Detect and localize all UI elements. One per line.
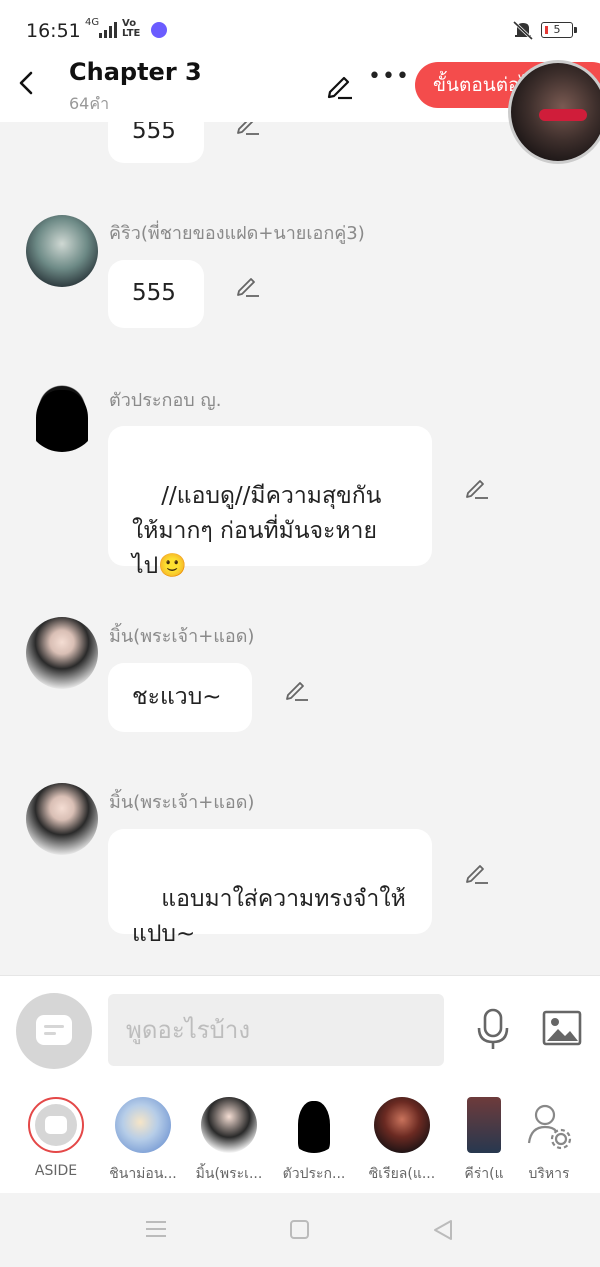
page-title: Chapter 3	[69, 58, 202, 86]
message-text: 555	[132, 122, 176, 144]
message-text: //แอบดู//มีความสุขกัน ให้มากๆ ก่อนที่มัน…	[132, 483, 382, 579]
status-bar: 16:51 4G Vo LTE 5	[0, 0, 600, 60]
edit-message-icon[interactable]	[235, 122, 261, 136]
microphone-icon[interactable]	[476, 1008, 510, 1052]
edit-message-icon[interactable]	[284, 676, 310, 702]
character-label: ASIDE	[34, 1163, 78, 1179]
battery-icon: 5	[541, 22, 577, 38]
character-avatar	[374, 1097, 430, 1153]
character-label: มิ้น(พระเ...	[195, 1166, 263, 1182]
aside-icon	[35, 1104, 77, 1146]
character-avatar	[467, 1097, 501, 1153]
signal-icon	[99, 22, 117, 38]
character-item[interactable]: ตัวประก...	[269, 1095, 359, 1185]
message-bubble[interactable]: แอบมาใส่ความทรงจำให้ แปบ~	[108, 829, 432, 947]
message-input[interactable]: พูดอะไรบ้าง	[108, 994, 444, 1066]
message-text: ชะแวบ~	[132, 684, 222, 710]
avatar-glasses	[539, 109, 587, 121]
recent-apps-icon[interactable]	[146, 1221, 166, 1237]
edit-message-icon[interactable]	[464, 859, 490, 885]
volte-indicator: Vo LTE	[122, 18, 141, 39]
image-upload-icon[interactable]	[542, 1010, 582, 1046]
message-text: 555	[132, 280, 176, 306]
character-avatar	[115, 1097, 171, 1153]
character-avatar	[201, 1097, 257, 1153]
character-selector: ASIDE ชินาม่อน... มิ้น(พระเ... ตัวประก..…	[0, 1083, 600, 1193]
character-label: ชินาม่อน...	[109, 1166, 177, 1182]
character-aside[interactable]: ASIDE	[11, 1095, 101, 1179]
sender-name: ตัวประกอบ ญ.	[109, 390, 222, 411]
mute-icon	[512, 20, 534, 40]
edit-title-icon[interactable]	[324, 70, 354, 100]
sender-name: คิริว(พี่ชายของแฝด+นายเอกคู่3)	[109, 223, 365, 244]
message-bubble[interactable]: ชะแวบ~	[108, 663, 252, 732]
back-arrow-icon[interactable]	[16, 70, 38, 96]
sender-avatar[interactable]	[26, 380, 98, 452]
status-time: 16:51	[26, 20, 81, 42]
sender-name: มิ้น(พระเจ้า+แอด)	[109, 626, 255, 647]
character-item[interactable]: มิ้น(พระเ...	[184, 1095, 274, 1185]
character-label: ตัวประก...	[282, 1166, 346, 1182]
chat-area[interactable]: 555 คิริว(พี่ชายของแฝด+นายเอกคู่3) 555 ต…	[0, 122, 600, 975]
manage-characters[interactable]: บริหาร	[504, 1095, 594, 1185]
edit-message-icon[interactable]	[464, 474, 490, 500]
message-bubble[interactable]: 555	[108, 260, 204, 328]
aside-avatar	[28, 1097, 84, 1153]
character-item[interactable]: ชินาม่อน...	[98, 1095, 188, 1185]
message-bubble[interactable]: 555	[108, 122, 204, 163]
character-label: บริหาร	[528, 1166, 570, 1182]
sender-name: มิ้น(พระเจ้า+แอด)	[109, 792, 255, 813]
messenger-icon	[151, 22, 167, 38]
word-count: 64คำ	[69, 94, 110, 113]
character-item[interactable]: ซิเรียล(แ...	[357, 1095, 447, 1185]
sender-avatar[interactable]	[26, 617, 98, 689]
system-nav-bar	[0, 1193, 600, 1267]
character-label: ซิเรียล(แ...	[368, 1166, 436, 1182]
message-bubble[interactable]: //แอบดู//มีความสุขกัน ให้มากๆ ก่อนที่มัน…	[108, 426, 432, 579]
aside-icon	[36, 1015, 72, 1045]
network-type: 4G	[85, 17, 100, 28]
character-avatar	[286, 1097, 342, 1153]
more-options-icon[interactable]: •••	[368, 64, 410, 89]
aside-toggle-button[interactable]	[16, 993, 92, 1069]
sender-avatar[interactable]	[26, 215, 98, 287]
composer-bar: พูดอะไรบ้าง	[0, 975, 600, 1083]
manage-user-icon	[527, 1104, 572, 1150]
edit-message-icon[interactable]	[235, 272, 261, 298]
message-text: แอบมาใส่ความทรงจำให้ แปบ~	[132, 886, 406, 947]
home-icon[interactable]	[290, 1220, 309, 1239]
back-triangle-icon[interactable]	[432, 1219, 454, 1241]
sender-avatar[interactable]	[26, 783, 98, 855]
